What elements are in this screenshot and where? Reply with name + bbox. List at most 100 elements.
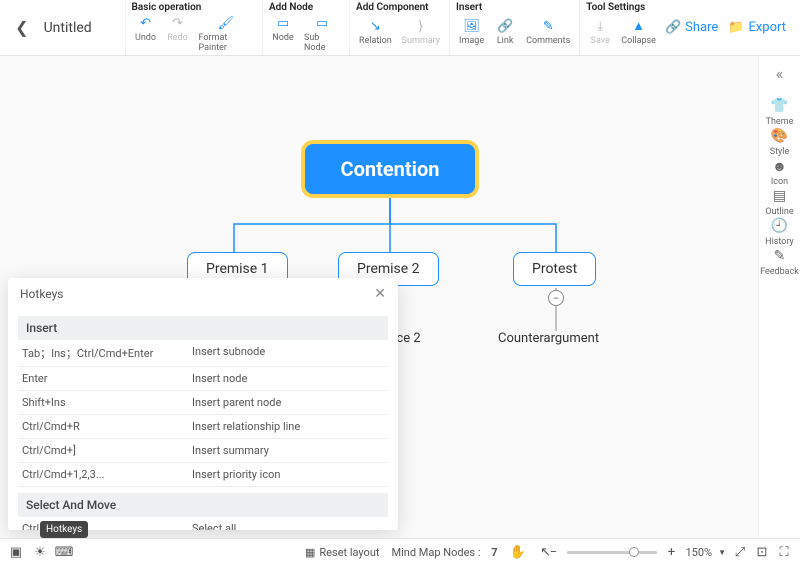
theme-icon: 👕: [769, 97, 789, 115]
panel-label: Icon: [771, 177, 788, 187]
root-node[interactable]: Contention: [305, 144, 475, 194]
relation-button[interactable]: ↘ Relation: [356, 16, 395, 48]
panel-outline[interactable]: ▤ Outline: [760, 187, 799, 217]
subnode-button[interactable]: ▭ Sub Node: [301, 13, 343, 55]
zoom-in-button[interactable]: +: [663, 545, 679, 561]
close-icon[interactable]: ✕: [374, 286, 386, 302]
zoom-slider[interactable]: [567, 551, 657, 554]
hotkey-row: EnterInsert node: [18, 367, 388, 391]
hotkey-key: Enter: [22, 372, 192, 385]
comments-icon: ✎: [540, 18, 556, 34]
layout-icon: ▦: [305, 546, 315, 559]
tool-label: Image: [459, 36, 484, 46]
panel-theme[interactable]: 👕 Theme: [760, 97, 799, 127]
daynight-icon[interactable]: ☀: [32, 545, 48, 561]
fullscreen-icon[interactable]: ⛶: [776, 545, 792, 561]
panel-collapse-icon[interactable]: «: [776, 64, 784, 83]
panel-label: History: [765, 237, 794, 247]
hotkey-row: Tab；Ins；Ctrl/Cmd+EnterInsert subnode: [18, 340, 388, 367]
format-painter-button[interactable]: 🖌 Format Painter: [196, 13, 256, 55]
hotkey-key: Tab；Ins；Ctrl/Cmd+Enter: [22, 345, 192, 361]
hotkey-desc: Select all: [192, 522, 236, 530]
icon-icon: ☻: [769, 157, 789, 175]
reset-layout-button[interactable]: ▦Reset layout: [305, 546, 380, 559]
hotkey-row: Ctrl/Cmd+]Insert summary: [18, 439, 388, 463]
share-export-area: 🔗Share 📁Export: [665, 0, 792, 55]
hotkey-desc: Insert summary: [192, 444, 269, 457]
hotkey-key: Shift+Ins: [22, 396, 192, 409]
tool-label: Collapse: [621, 36, 656, 46]
top-toolbar: ❮ Untitled Basic operation↶Undo ↷ Redo 🖌 For…: [0, 0, 800, 56]
tool-group-label: Add Component: [356, 2, 443, 16]
undo-button[interactable]: ↶Undo: [132, 13, 160, 55]
history-icon: 🕘: [769, 217, 789, 235]
tool-group-label: Basic operation: [132, 2, 256, 13]
relation-icon: ↘: [367, 18, 383, 34]
export-icon: 📁: [728, 20, 744, 35]
tool-label: Relation: [359, 36, 392, 46]
tool-group-label: Insert: [456, 2, 573, 16]
right-side-panel: « 👕 Theme🎨Style☻ Icon▤ Outline🕘 History✎Feed…: [758, 56, 800, 538]
comments-button[interactable]: ✎ Comments: [523, 16, 573, 48]
bottom-status-bar: ▣ ☀ ⌨ ▦Reset layout Mind Map Nodes : 7 ✋…: [0, 538, 800, 566]
tool-label: Sub Node: [304, 33, 340, 53]
tool-group-label: Tool Settings: [586, 2, 659, 16]
zoom-out-button[interactable]: −: [545, 545, 561, 561]
panel-icon[interactable]: ☻ Icon: [760, 157, 799, 187]
feedback-icon: ✎: [769, 247, 789, 265]
hotkeys-title: Hotkeys: [20, 287, 63, 301]
tool-label: Node: [272, 33, 293, 43]
hotkey-row: Ctrl/Cmd+RInsert relationship line: [18, 415, 388, 439]
hotkey-row: Ctrl/Cmd+1,2,3...Insert priority icon: [18, 463, 388, 487]
center-icon[interactable]: ⊡: [754, 545, 770, 561]
panel-history[interactable]: 🕘 History: [760, 217, 799, 247]
subnode-icon: ▭: [314, 15, 330, 31]
hotkey-key: Ctrl/Cmd+]: [22, 444, 192, 457]
tool-group-add-component: Add Component ↘ Relation }Summary: [349, 0, 449, 55]
tool-group-insert: Insert🖼Image🔗Link ✎ Comments: [449, 0, 579, 55]
tool-label: Format Painter: [199, 33, 253, 53]
tool-label: Comments: [526, 36, 570, 46]
summary-button: }Summary: [399, 16, 443, 48]
redo-icon: ↷: [170, 15, 186, 31]
tool-label: Link: [497, 36, 514, 46]
keyboard-icon[interactable]: ⌨: [56, 545, 72, 561]
panel-label: Outline: [765, 207, 793, 217]
tool-group-tool-settings: Tool Settings⤓Save ▲ Collapse: [579, 0, 665, 55]
share-icon: 🔗: [665, 20, 681, 35]
leaf-counterargument[interactable]: Counterargument: [498, 331, 599, 346]
outline-icon: ▤: [769, 187, 789, 205]
node-button[interactable]: ▭Node: [269, 13, 297, 55]
panel-style[interactable]: 🎨Style: [760, 127, 799, 157]
panel-label: Theme: [766, 117, 794, 127]
share-button[interactable]: 🔗Share: [665, 20, 718, 35]
hotkey-section-header: Select And Move: [18, 493, 388, 517]
presentation-icon[interactable]: ▣: [8, 545, 24, 561]
node-count: Mind Map Nodes : 7: [392, 546, 498, 559]
zoom-dropdown-icon[interactable]: ▼: [718, 548, 726, 557]
link-button[interactable]: 🔗Link: [491, 16, 519, 48]
hotkey-desc: Insert parent node: [192, 396, 281, 409]
hand-pan-icon[interactable]: ✋: [510, 545, 526, 561]
panel-label: Style: [770, 147, 790, 157]
collapse-toggle[interactable]: −: [548, 290, 564, 306]
collapse-button[interactable]: ▲ Collapse: [618, 16, 659, 48]
hotkey-desc: Insert subnode: [192, 345, 265, 361]
hotkeys-tooltip: Hotkeys: [40, 521, 88, 538]
document-title[interactable]: Untitled: [36, 0, 125, 55]
format-painter-icon: 🖌: [218, 15, 234, 31]
back-button[interactable]: ❮: [8, 0, 36, 55]
hotkeys-body[interactable]: InsertTab；Ins；Ctrl/Cmd+EnterInsert subno…: [8, 310, 398, 530]
save-button: ⤓Save: [586, 16, 614, 48]
export-button[interactable]: 📁Export: [728, 20, 786, 35]
tool-label: Redo: [167, 33, 188, 43]
node-protest[interactable]: Protest: [513, 252, 596, 286]
tool-group-add-node: Add Node▭Node ▭ Sub Node: [262, 0, 349, 55]
tool-label: Undo: [135, 33, 156, 43]
zoom-thumb[interactable]: [629, 547, 639, 557]
collapse-icon: ▲: [631, 18, 647, 34]
image-button[interactable]: 🖼Image: [456, 16, 487, 48]
tool-group-label: Add Node: [269, 2, 343, 13]
fit-screen-icon[interactable]: ⤢: [732, 545, 748, 561]
panel-feedback[interactable]: ✎Feedback: [760, 247, 799, 277]
